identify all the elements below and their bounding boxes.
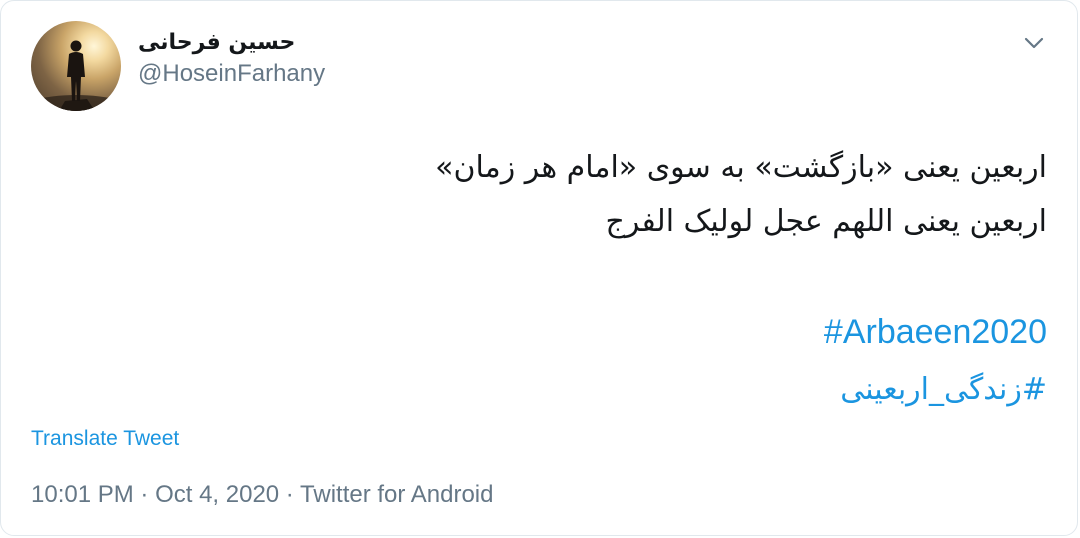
meta-separator: · (279, 481, 301, 508)
display-name[interactable]: حسین فرحانی (138, 29, 325, 57)
hashtag-link[interactable]: #زندگی_اربعینی (840, 372, 1047, 407)
tweet-text-line: اربعین یعنی «بازگشت» به سوی «امام هر زما… (435, 150, 1047, 185)
tweet-date-link[interactable]: Oct 4, 2020 (155, 481, 279, 508)
avatar-person-silhouette-icon (31, 40, 121, 111)
tweet-text: اربعین یعنی «بازگشت» به سوی «امام هر زما… (147, 141, 1047, 419)
tweet-text-line: اربعین یعنی اللهم عجل لولیک الفرج (605, 204, 1047, 239)
chevron-down-icon (1024, 37, 1044, 49)
tweet-card: حسین فرحانی @HoseinFarhany اربعین یعنی «… (0, 0, 1078, 536)
author-block: حسین فرحانی @HoseinFarhany (138, 29, 325, 89)
tweet-source-link[interactable]: Twitter for Android (300, 481, 493, 508)
tweet-time-link[interactable]: 10:01 PM (31, 481, 134, 508)
tweet-meta: 10:01 PM · Oct 4, 2020 · Twitter for And… (31, 481, 493, 509)
meta-separator: · (133, 481, 156, 508)
avatar[interactable] (31, 21, 121, 111)
user-handle[interactable]: @HoseinFarhany (138, 59, 325, 89)
hashtag-link[interactable]: #Arbaeen2020 (824, 313, 1047, 351)
tweet-menu-button[interactable] (1023, 35, 1045, 51)
translate-tweet-link[interactable]: Translate Tweet (31, 427, 179, 451)
